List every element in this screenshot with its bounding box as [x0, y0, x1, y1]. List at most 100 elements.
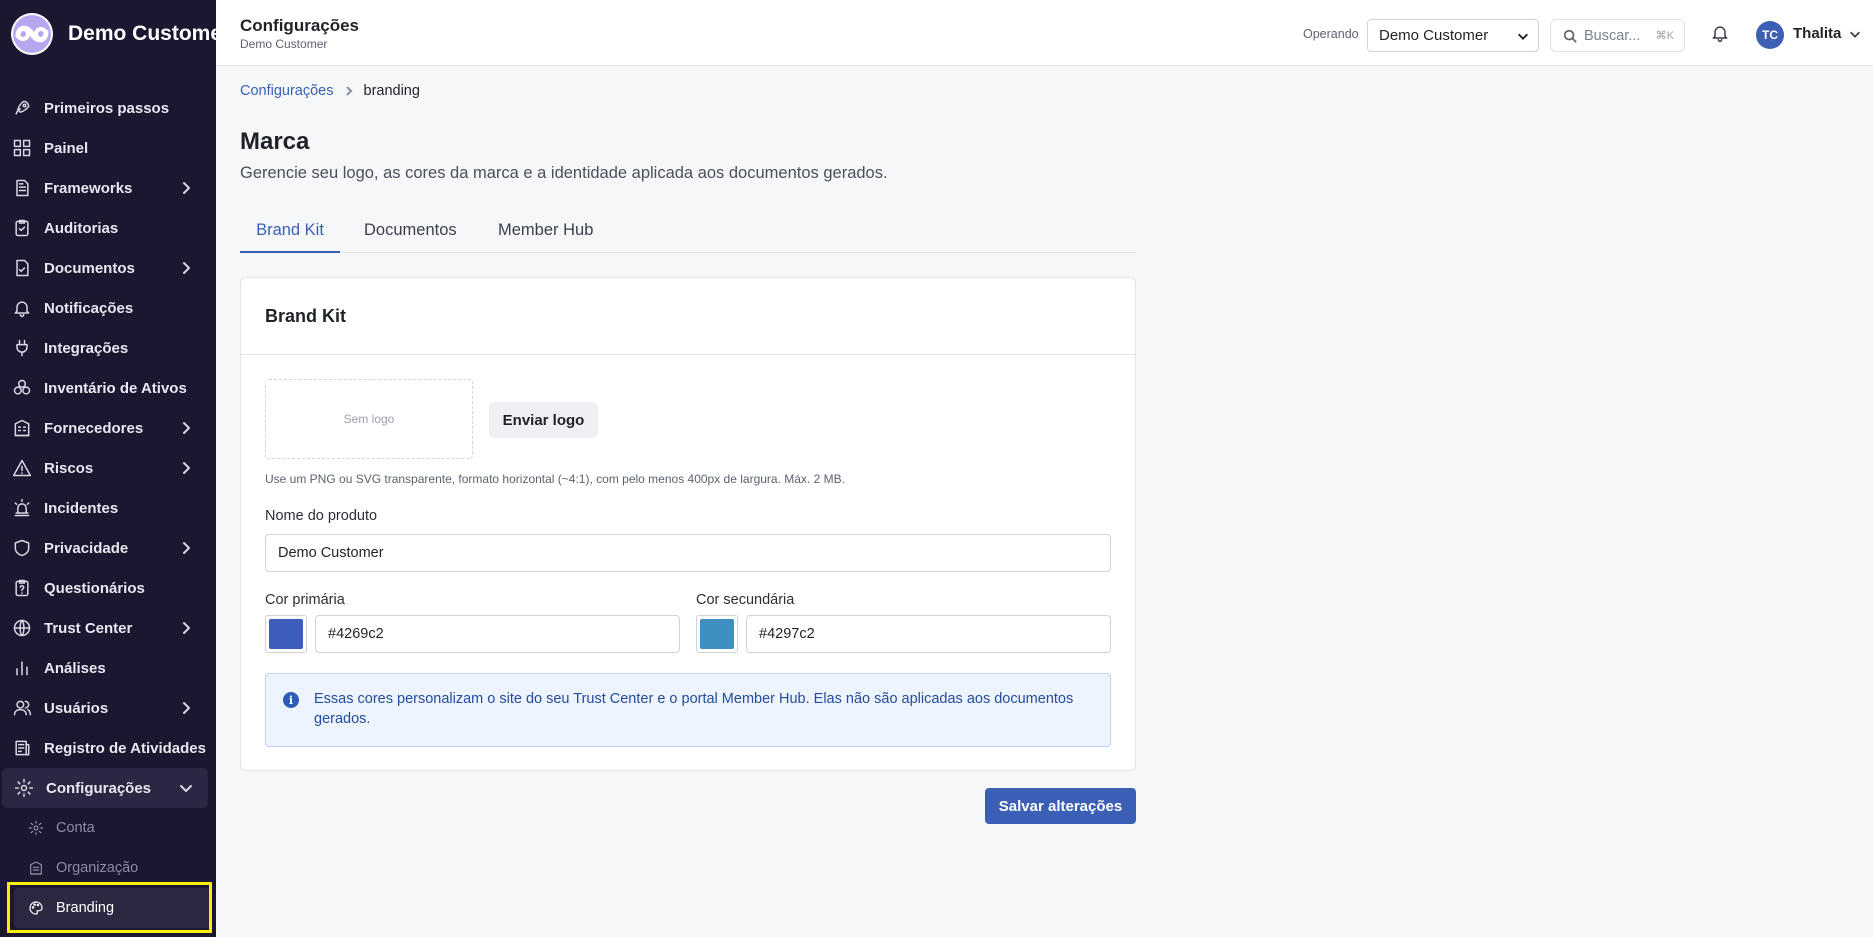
primary-color-field[interactable]: #4269c2	[315, 615, 680, 653]
log-icon	[12, 738, 32, 758]
chevron-right-icon	[178, 620, 194, 636]
gear-icon	[14, 778, 34, 798]
sidebar-subitem-label: Conta	[56, 820, 95, 836]
chevron-right-icon	[178, 700, 194, 716]
chevron-right-icon	[178, 460, 194, 476]
search-icon	[1563, 29, 1577, 43]
chevron-right-icon	[343, 85, 355, 97]
breadcrumb-parent-link[interactable]: Configurações	[240, 83, 334, 99]
sidebar-item-label: Questionários	[44, 579, 145, 597]
sidebar-item-riscos[interactable]: Riscos	[0, 448, 216, 488]
secondary-color-picker[interactable]	[696, 615, 738, 653]
sidebar-item-integracoes[interactable]: Integrações	[0, 328, 216, 368]
sidebar-item-label: Configurações	[46, 779, 152, 797]
sidebar-item-label: Incidentes	[44, 499, 119, 517]
globe-icon	[12, 618, 32, 638]
top-header: Configurações Demo Customer Operando Dem…	[216, 0, 1873, 66]
sidebar-item-usuarios[interactable]: Usuários	[0, 688, 216, 728]
info-icon: i	[283, 692, 299, 708]
sidebar-item-label: Trust Center	[44, 619, 133, 637]
brand[interactable]: Demo Customer	[8, 12, 230, 56]
sidebar-item-label: Painel	[44, 139, 89, 157]
sidebar-item-label: Primeiros passos	[44, 99, 170, 117]
upload-logo-button[interactable]: Enviar logo	[489, 402, 598, 438]
sidebar-item-questionarios[interactable]: Questionários	[0, 568, 216, 608]
sidebar-item-label: Auditorias	[44, 219, 119, 237]
user-name[interactable]: Thalita	[1793, 25, 1841, 42]
document-icon	[12, 178, 32, 198]
sidebar-item-primeiros-passos[interactable]: Primeiros passos	[0, 88, 216, 128]
product-name-field[interactable]: Demo Customer	[265, 534, 1111, 572]
siren-icon	[12, 498, 32, 518]
plug-icon	[12, 338, 32, 358]
save-button[interactable]: Salvar alterações	[985, 788, 1136, 824]
product-name-label: Nome do produto	[265, 508, 378, 524]
sidebar-item-inventario[interactable]: Inventário de Ativos	[0, 368, 216, 408]
sidebar-subitem-label: Organização	[56, 860, 139, 876]
sidebar-item-notificacoes[interactable]: Notificações	[0, 288, 216, 328]
sidebar-nav: Primeiros passos Painel Frameworks Audit…	[0, 88, 216, 928]
sidebar-item-privacidade[interactable]: Privacidade	[0, 528, 216, 568]
tab-member-hub[interactable]: Member Hub	[498, 221, 593, 253]
primary-color-label: Cor primária	[265, 592, 345, 608]
avatar[interactable]: TC	[1756, 21, 1784, 49]
sidebar-subitem-branding[interactable]: Branding	[14, 888, 210, 928]
primary-color-picker[interactable]	[265, 615, 307, 653]
notifications-bell-icon[interactable]	[1710, 23, 1730, 43]
dashboard-icon	[12, 138, 32, 158]
sidebar-item-auditorias[interactable]: Auditorias	[0, 208, 216, 248]
logo-hint: Use um PNG ou SVG transparente, formato …	[265, 472, 845, 486]
logo-preview: Sem logo	[265, 379, 473, 459]
sidebar: Demo Customer Primeiros passos Painel Fr…	[0, 0, 230, 937]
sidebar-item-configuracoes[interactable]: Configurações	[2, 768, 208, 808]
search-input[interactable]: Buscar... ⌘K	[1550, 19, 1685, 52]
building-icon	[12, 418, 32, 438]
sidebar-item-trust-center[interactable]: Trust Center	[0, 608, 216, 648]
search-shortcut: ⌘K	[1655, 30, 1674, 42]
sidebar-subitem-conta[interactable]: Conta	[0, 808, 216, 848]
chevron-right-icon	[178, 180, 194, 196]
header-title: Configurações	[240, 16, 360, 35]
operando-label: Operando	[1303, 27, 1359, 41]
building-small-icon	[28, 860, 44, 876]
sidebar-item-documentos[interactable]: Documentos	[0, 248, 216, 288]
sidebar-item-label: Análises	[44, 659, 106, 677]
brand-logo-icon	[11, 13, 53, 55]
sidebar-subitem-label: Branding	[56, 900, 115, 916]
sidebar-item-label: Riscos	[44, 459, 94, 477]
chevron-down-icon	[178, 780, 194, 796]
questionnaire-icon	[12, 578, 32, 598]
sidebar-item-label: Documentos	[44, 259, 135, 277]
sidebar-item-label: Usuários	[44, 699, 109, 717]
bell-icon	[12, 298, 32, 318]
secondary-color-label: Cor secundária	[696, 592, 795, 608]
sidebar-item-registro[interactable]: Registro de Atividades	[0, 728, 216, 768]
page-description: Gerencie seu logo, as cores da marca e a…	[240, 164, 888, 182]
sidebar-item-painel[interactable]: Painel	[0, 128, 216, 168]
card-title: Brand Kit	[241, 278, 1135, 355]
palette-icon	[28, 900, 44, 916]
gear-small-icon	[28, 820, 44, 836]
sidebar-item-incidentes[interactable]: Incidentes	[0, 488, 216, 528]
tabs: Brand Kit Documentos Member Hub	[240, 213, 1136, 253]
sidebar-item-label: Privacidade	[44, 539, 129, 557]
sidebar-item-fornecedores[interactable]: Fornecedores	[0, 408, 216, 448]
chevron-down-icon	[1516, 29, 1530, 43]
sidebar-item-label: Registro de Atividades	[44, 739, 206, 757]
tab-documentos[interactable]: Documentos	[364, 221, 457, 253]
sidebar-item-label: Integrações	[44, 339, 129, 357]
chevron-right-icon	[178, 260, 194, 276]
secondary-color-swatch	[700, 619, 734, 649]
secondary-color-field[interactable]: #4297c2	[746, 615, 1111, 653]
sidebar-item-label: Notificações	[44, 299, 134, 317]
sidebar-item-analises[interactable]: Análises	[0, 648, 216, 688]
info-text: Essas cores personalizam o site do seu T…	[314, 691, 1074, 727]
chevron-down-icon[interactable]	[1848, 27, 1862, 41]
chevron-right-icon	[178, 540, 194, 556]
file-check-icon	[12, 258, 32, 278]
tab-brand-kit[interactable]: Brand Kit	[240, 221, 340, 253]
organization-select[interactable]: Demo Customer	[1367, 19, 1539, 52]
boxes-icon	[12, 378, 32, 398]
sidebar-item-frameworks[interactable]: Frameworks	[0, 168, 216, 208]
sidebar-subitem-organizacao[interactable]: Organização	[0, 848, 216, 888]
